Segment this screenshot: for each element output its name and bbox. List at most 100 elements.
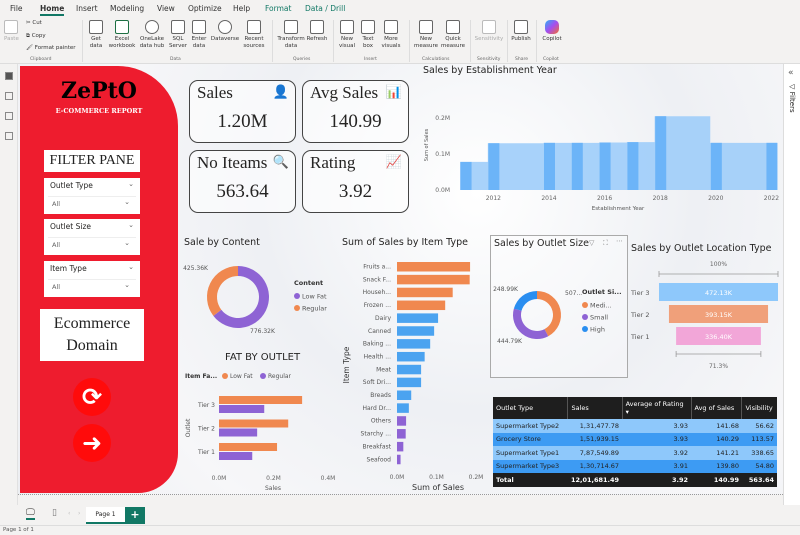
- category-label: Health ...: [364, 353, 391, 360]
- cell: 139.80: [691, 459, 742, 473]
- percent-bracket[interactable]: [658, 271, 779, 277]
- category-label: Others: [371, 418, 391, 425]
- area-series[interactable]: [460, 116, 777, 190]
- year-bar[interactable]: [543, 142, 555, 190]
- cell: 563.64: [741, 473, 777, 487]
- col-sales[interactable]: Sales: [567, 397, 623, 419]
- bar[interactable]: [397, 416, 407, 426]
- bar[interactable]: [397, 403, 409, 413]
- percent-bracket[interactable]: [675, 351, 762, 357]
- table-row[interactable]: Grocery Store 1,51,939.15 3.93 140.29 113.57: [493, 432, 777, 446]
- cell: 3.93: [622, 419, 692, 433]
- category-label: Breakfast: [362, 443, 391, 450]
- desktop-layout-icon[interactable]: 🖵: [26, 508, 35, 520]
- x-tick-label: 0.2M: [469, 474, 484, 481]
- next-page-icon[interactable]: ›: [78, 510, 80, 517]
- legend-marker[interactable]: [294, 293, 300, 299]
- x-tick-label: 2016: [597, 195, 612, 202]
- bar[interactable]: [397, 377, 422, 388]
- bar[interactable]: [219, 419, 289, 428]
- legend-marker[interactable]: [294, 305, 300, 311]
- category-label: Seafood: [367, 456, 392, 463]
- year-bar[interactable]: [710, 142, 722, 190]
- cell: 3.92: [622, 473, 692, 487]
- category-label: Fruits a...: [363, 264, 391, 271]
- x-tick-label: 2012: [486, 195, 501, 202]
- category-label: Hard Dr...: [362, 405, 391, 412]
- add-page-button[interactable]: +: [125, 507, 145, 524]
- donut-slice[interactable]: [537, 291, 561, 337]
- cell: 1,30,714.67: [567, 459, 623, 473]
- category-label: Tier 2: [630, 311, 649, 319]
- year-bar[interactable]: [599, 142, 611, 190]
- col-avg-rating[interactable]: Average of Rating ▾: [621, 397, 692, 419]
- donut-slice[interactable]: [513, 291, 537, 311]
- bar[interactable]: [397, 287, 453, 298]
- y-tick-label: 0.0M: [435, 187, 450, 194]
- col-avg-sales[interactable]: Avg of Sales: [690, 397, 742, 419]
- status-bar: Page 1 of 1: [0, 525, 800, 535]
- table-row[interactable]: Supermarket Type3 1,30,714.67 3.91 139.80 54…: [493, 459, 777, 473]
- bar[interactable]: [219, 428, 258, 437]
- mobile-layout-icon[interactable]: ▯: [52, 508, 57, 518]
- bar[interactable]: [219, 396, 303, 404]
- bar[interactable]: [397, 390, 412, 401]
- legend-title: Content: [294, 279, 323, 287]
- category-label: Soft Dri...: [363, 379, 391, 386]
- bar[interactable]: [397, 351, 425, 362]
- bar[interactable]: [397, 339, 431, 349]
- sort-desc-icon: ▾: [625, 408, 629, 416]
- table-row[interactable]: Supermarket Type2 1,31,477.78 3.93 141.68 56…: [493, 419, 777, 433]
- bar[interactable]: [397, 326, 435, 336]
- category-label: Frozen ...: [364, 302, 391, 309]
- bar[interactable]: [397, 274, 470, 285]
- bar[interactable]: [397, 364, 422, 375]
- cell: 338.65: [741, 446, 777, 460]
- year-bar[interactable]: [766, 142, 778, 190]
- legend-marker[interactable]: [582, 302, 588, 308]
- table-row[interactable]: Supermarket Type1 7,87,549.89 3.92 141.21 33…: [493, 446, 777, 460]
- bar[interactable]: [219, 405, 265, 413]
- bar[interactable]: [397, 300, 446, 311]
- category-label: Tier 1: [197, 449, 215, 456]
- bar[interactable]: [397, 262, 471, 272]
- x-tick-label: 0.2M: [266, 475, 281, 482]
- page-tabs-bar: 🖵 ▯ ‹ › Page 1 +: [0, 505, 800, 525]
- legend-marker[interactable]: [582, 314, 588, 320]
- table-header: Outlet Type Sales Average of Rating ▾ Avg…: [493, 397, 777, 419]
- prev-page-icon[interactable]: ‹: [68, 510, 70, 517]
- x-tick-label: 0.4M: [321, 475, 336, 482]
- year-bar[interactable]: [460, 161, 472, 190]
- x-tick-label: 0.0M: [390, 474, 405, 481]
- legend-label: Low Fat: [302, 293, 327, 301]
- year-bar[interactable]: [627, 142, 639, 190]
- x-axis-title: Establishment Year: [592, 206, 645, 212]
- bar[interactable]: [397, 454, 401, 465]
- bar[interactable]: [219, 452, 253, 460]
- year-bar[interactable]: [571, 142, 583, 190]
- bar[interactable]: [397, 441, 404, 452]
- category-label: Tier 1: [630, 333, 649, 341]
- x-tick-label: 2020: [708, 195, 723, 202]
- cell: 12,01,681.49: [567, 473, 623, 487]
- data-label: 393.15K: [705, 311, 733, 319]
- y-axis-title: Item Type: [342, 346, 351, 383]
- category-label: Tier 3: [197, 402, 215, 409]
- legend-marker[interactable]: [582, 326, 588, 332]
- donut-slice[interactable]: [207, 266, 238, 316]
- col-outlet-type[interactable]: Outlet Type: [493, 397, 568, 419]
- year-bar[interactable]: [488, 143, 500, 190]
- bar[interactable]: [397, 429, 406, 439]
- legend-marker[interactable]: [260, 373, 266, 379]
- bar[interactable]: [219, 443, 278, 451]
- bar[interactable]: [397, 313, 439, 323]
- donut-slice[interactable]: [513, 308, 549, 339]
- category-label: Snack F...: [363, 276, 391, 283]
- cell: 7,87,549.89: [567, 446, 623, 460]
- tab-page-1[interactable]: Page 1: [86, 507, 125, 524]
- legend-label: Regular: [268, 373, 292, 380]
- legend-marker[interactable]: [222, 373, 228, 379]
- year-bar[interactable]: [655, 116, 667, 190]
- cell: Supermarket Type3: [493, 459, 568, 473]
- col-visibility[interactable]: Visibility: [741, 397, 777, 419]
